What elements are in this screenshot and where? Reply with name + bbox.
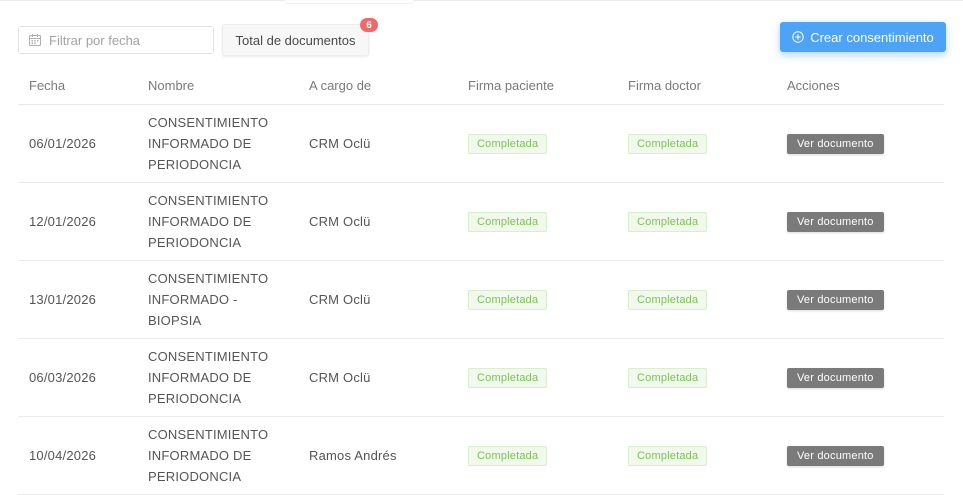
cell-firma-paciente: Completada — [457, 260, 617, 339]
cell-fecha: 06/03/2026 — [18, 338, 137, 417]
view-document-button[interactable]: Ver documento — [787, 133, 884, 154]
document-name: CONSENTIMIENTO INFORMADO DE PERIODONCIA — [148, 193, 269, 250]
document-name: CONSENTIMIENTO INFORMADO DE PERIODONCIA — [148, 115, 269, 172]
cell-nombre: CONSENTIMIENTO INFORMADO DE PERIODONCIA — [137, 416, 298, 495]
cell-acciones: Ver documento — [776, 338, 944, 417]
column-header-nombre: Nombre — [137, 66, 298, 105]
status-badge: Completada — [468, 133, 548, 154]
cell-a-cargo-de: CRM Oclü — [298, 260, 457, 339]
tab-indicator — [285, 0, 413, 4]
cell-firma-paciente: Completada — [457, 338, 617, 417]
view-document-button[interactable]: Ver documento — [787, 445, 884, 466]
cell-fecha: 12/01/2026 — [18, 182, 137, 261]
view-document-button[interactable]: Ver documento — [787, 367, 884, 388]
top-divider — [0, 0, 963, 1]
view-document-button[interactable]: Ver documento — [787, 289, 884, 310]
status-badge: Completada — [628, 289, 708, 310]
status-badge: Completada — [468, 445, 548, 466]
status-badge: Completada — [468, 289, 548, 310]
cell-acciones: Ver documento — [776, 182, 944, 261]
cell-acciones: Ver documento — [776, 104, 944, 183]
cell-firma-doctor: Completada — [617, 182, 776, 261]
view-document-button[interactable]: Ver documento — [787, 211, 884, 232]
status-badge: Completada — [628, 445, 708, 466]
cell-firma-paciente: Completada — [457, 104, 617, 183]
plus-circle-icon — [792, 31, 804, 43]
cell-fecha: 10/04/2026 — [18, 416, 137, 495]
status-badge: Completada — [628, 211, 708, 232]
table-row: 12/01/2026 CONSENTIMIENTO INFORMADO DE P… — [18, 182, 944, 261]
total-documents-button[interactable]: Total de documentos — [222, 24, 369, 56]
cell-a-cargo-de: Ramos Andrés — [298, 416, 457, 495]
documents-table: Fecha Nombre A cargo de Firma paciente F… — [18, 66, 944, 495]
column-header-acciones: Acciones — [776, 66, 944, 105]
column-header-firma-paciente: Firma paciente — [457, 66, 617, 105]
column-header-fecha: Fecha — [18, 66, 137, 105]
document-name: CONSENTIMIENTO INFORMADO DE PERIODONCIA — [148, 427, 269, 484]
cell-acciones: Ver documento — [776, 416, 944, 495]
cell-nombre: CONSENTIMIENTO INFORMADO DE PERIODONCIA — [137, 182, 298, 261]
document-name: CONSENTIMIENTO INFORMADO DE PERIODONCIA — [148, 349, 269, 406]
date-filter-input[interactable] — [49, 32, 199, 48]
cell-firma-doctor: Completada — [617, 260, 776, 339]
create-consent-label: Crear consentimiento — [810, 29, 934, 45]
cell-nombre: CONSENTIMIENTO INFORMADO DE PERIODONCIA — [137, 104, 298, 183]
table-row: 10/04/2026 CONSENTIMIENTO INFORMADO DE P… — [18, 416, 944, 495]
status-badge: Completada — [628, 367, 708, 388]
cell-firma-paciente: Completada — [457, 182, 617, 261]
cell-a-cargo-de: CRM Oclü — [298, 182, 457, 261]
cell-firma-paciente: Completada — [457, 416, 617, 495]
date-filter-field[interactable] — [18, 26, 214, 54]
cell-nombre: CONSENTIMIENTO INFORMADO DE PERIODONCIA — [137, 338, 298, 417]
table-row: 06/03/2026 CONSENTIMIENTO INFORMADO DE P… — [18, 338, 944, 417]
table-row: 06/01/2026 CONSENTIMIENTO INFORMADO DE P… — [18, 104, 944, 183]
total-documents-badge: 6 — [360, 18, 378, 32]
total-documents-label: Total de documentos — [235, 32, 356, 48]
document-name: CONSENTIMIENTO INFORMADO - BIOPSIA — [148, 271, 269, 328]
cell-firma-doctor: Completada — [617, 338, 776, 417]
table-row: 13/01/2026 CONSENTIMIENTO INFORMADO - BI… — [18, 260, 944, 339]
column-header-firma-doctor: Firma doctor — [617, 66, 776, 105]
column-header-a-cargo-de: A cargo de — [298, 66, 457, 105]
cell-a-cargo-de: CRM Oclü — [298, 338, 457, 417]
status-badge: Completada — [468, 211, 548, 232]
cell-fecha: 06/01/2026 — [18, 104, 137, 183]
table-header-row: Fecha Nombre A cargo de Firma paciente F… — [18, 66, 944, 105]
cell-firma-doctor: Completada — [617, 104, 776, 183]
calendar-icon — [29, 34, 41, 46]
status-badge: Completada — [468, 367, 548, 388]
create-consent-button[interactable]: Crear consentimiento — [780, 22, 946, 52]
cell-acciones: Ver documento — [776, 260, 944, 339]
cell-a-cargo-de: CRM Oclü — [298, 104, 457, 183]
cell-fecha: 13/01/2026 — [18, 260, 137, 339]
status-badge: Completada — [628, 133, 708, 154]
cell-nombre: CONSENTIMIENTO INFORMADO - BIOPSIA — [137, 260, 298, 339]
cell-firma-doctor: Completada — [617, 416, 776, 495]
